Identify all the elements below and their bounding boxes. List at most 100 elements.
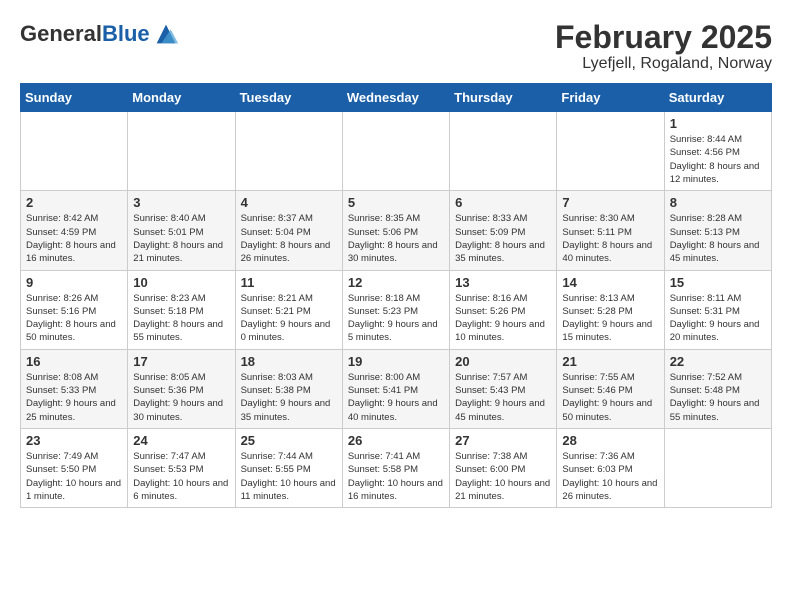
day-info: Sunrise: 8:03 AM Sunset: 5:38 PM Dayligh…	[241, 371, 337, 424]
day-cell: 1 Sunrise: 8:44 AM Sunset: 4:56 PM Daylig…	[664, 112, 771, 191]
day-number: 18	[241, 354, 337, 369]
logo-icon	[152, 20, 180, 48]
day-number: 25	[241, 433, 337, 448]
day-cell: 20Sunrise: 7:57 AM Sunset: 5:43 PM Dayli…	[450, 349, 557, 428]
day-cell: 5 Sunrise: 8:35 AM Sunset: 5:06 PM Daylig…	[342, 191, 449, 270]
day-cell: 17 Sunrise: 8:05 AM Sunset: 5:36 PM Dayli…	[128, 349, 235, 428]
logo-blue-text: Blue	[102, 21, 150, 46]
day-cell: 7 Sunrise: 8:30 AM Sunset: 5:11 PM Daylig…	[557, 191, 664, 270]
day-number: 21	[562, 354, 658, 369]
day-number: 2	[26, 195, 122, 210]
day-number: 7	[562, 195, 658, 210]
day-cell	[21, 112, 128, 191]
day-cell: 19Sunrise: 8:00 AM Sunset: 5:41 PM Dayli…	[342, 349, 449, 428]
day-number: 15	[670, 275, 766, 290]
weekday-header-row: SundayMondayTuesdayWednesdayThursdayFrid…	[21, 84, 772, 112]
day-cell: 12Sunrise: 8:18 AM Sunset: 5:23 PM Dayli…	[342, 270, 449, 349]
weekday-header-thursday: Thursday	[450, 84, 557, 112]
day-cell	[235, 112, 342, 191]
day-number: 11	[241, 275, 337, 290]
day-number: 27	[455, 433, 551, 448]
day-number: 24	[133, 433, 229, 448]
day-cell: 11 Sunrise: 8:21 AM Sunset: 5:21 PM Dayli…	[235, 270, 342, 349]
day-number: 5	[348, 195, 444, 210]
day-info: Sunrise: 7:49 AM Sunset: 5:50 PM Dayligh…	[26, 450, 122, 503]
day-info: Sunrise: 7:38 AM Sunset: 6:00 PM Dayligh…	[455, 450, 551, 503]
day-number: 10	[133, 275, 229, 290]
day-number: 14	[562, 275, 658, 290]
day-info: Sunrise: 7:47 AM Sunset: 5:53 PM Dayligh…	[133, 450, 229, 503]
day-info: Sunrise: 8:13 AM Sunset: 5:28 PM Dayligh…	[562, 292, 658, 345]
day-number: 20	[455, 354, 551, 369]
calendar-table: SundayMondayTuesdayWednesdayThursdayFrid…	[20, 83, 772, 508]
day-info: Sunrise: 7:41 AM Sunset: 5:58 PM Dayligh…	[348, 450, 444, 503]
day-cell: 26 Sunrise: 7:41 AM Sunset: 5:58 PM Dayli…	[342, 428, 449, 507]
day-cell: 3 Sunrise: 8:40 AM Sunset: 5:01 PM Daylig…	[128, 191, 235, 270]
day-info: Sunrise: 8:35 AM Sunset: 5:06 PM Dayligh…	[348, 212, 444, 265]
day-number: 9	[26, 275, 122, 290]
day-cell: 14 Sunrise: 8:13 AM Sunset: 5:28 PM Dayli…	[557, 270, 664, 349]
day-info: Sunrise: 8:26 AM Sunset: 5:16 PM Dayligh…	[26, 292, 122, 345]
day-number: 12	[348, 275, 444, 290]
day-cell	[450, 112, 557, 191]
day-info: Sunrise: 8:08 AM Sunset: 5:33 PM Dayligh…	[26, 371, 122, 424]
location-title: Lyefjell, Rogaland, Norway	[555, 55, 772, 73]
day-cell: 10 Sunrise: 8:23 AM Sunset: 5:18 PM Dayli…	[128, 270, 235, 349]
day-cell: 9 Sunrise: 8:26 AM Sunset: 5:16 PM Daylig…	[21, 270, 128, 349]
day-cell: 2 Sunrise: 8:42 AM Sunset: 4:59 PM Daylig…	[21, 191, 128, 270]
week-row-4: 16 Sunrise: 8:08 AM Sunset: 5:33 PM Dayli…	[21, 349, 772, 428]
day-number: 1	[670, 116, 766, 131]
day-cell	[128, 112, 235, 191]
day-cell: 25 Sunrise: 7:44 AM Sunset: 5:55 PM Dayli…	[235, 428, 342, 507]
day-cell: 4 Sunrise: 8:37 AM Sunset: 5:04 PM Daylig…	[235, 191, 342, 270]
day-cell	[557, 112, 664, 191]
day-number: 28	[562, 433, 658, 448]
day-number: 17	[133, 354, 229, 369]
day-info: Sunrise: 8:42 AM Sunset: 4:59 PM Dayligh…	[26, 212, 122, 265]
day-info: Sunrise: 8:21 AM Sunset: 5:21 PM Dayligh…	[241, 292, 337, 345]
day-cell: 13Sunrise: 8:16 AM Sunset: 5:26 PM Dayli…	[450, 270, 557, 349]
week-row-3: 9 Sunrise: 8:26 AM Sunset: 5:16 PM Daylig…	[21, 270, 772, 349]
day-info: Sunrise: 7:44 AM Sunset: 5:55 PM Dayligh…	[241, 450, 337, 503]
weekday-header-friday: Friday	[557, 84, 664, 112]
weekday-header-saturday: Saturday	[664, 84, 771, 112]
day-cell: 23Sunrise: 7:49 AM Sunset: 5:50 PM Dayli…	[21, 428, 128, 507]
day-cell	[664, 428, 771, 507]
day-info: Sunrise: 8:23 AM Sunset: 5:18 PM Dayligh…	[133, 292, 229, 345]
day-info: Sunrise: 8:28 AM Sunset: 5:13 PM Dayligh…	[670, 212, 766, 265]
day-number: 6	[455, 195, 551, 210]
weekday-header-sunday: Sunday	[21, 84, 128, 112]
day-info: Sunrise: 8:16 AM Sunset: 5:26 PM Dayligh…	[455, 292, 551, 345]
day-number: 22	[670, 354, 766, 369]
day-info: Sunrise: 8:05 AM Sunset: 5:36 PM Dayligh…	[133, 371, 229, 424]
day-info: Sunrise: 8:40 AM Sunset: 5:01 PM Dayligh…	[133, 212, 229, 265]
day-info: Sunrise: 8:11 AM Sunset: 5:31 PM Dayligh…	[670, 292, 766, 345]
day-info: Sunrise: 8:37 AM Sunset: 5:04 PM Dayligh…	[241, 212, 337, 265]
day-cell: 8 Sunrise: 8:28 AM Sunset: 5:13 PM Daylig…	[664, 191, 771, 270]
day-number: 16	[26, 354, 122, 369]
weekday-header-tuesday: Tuesday	[235, 84, 342, 112]
day-cell: 18 Sunrise: 8:03 AM Sunset: 5:38 PM Dayli…	[235, 349, 342, 428]
weekday-header-monday: Monday	[128, 84, 235, 112]
day-info: Sunrise: 8:44 AM Sunset: 4:56 PM Dayligh…	[670, 133, 766, 186]
day-number: 26	[348, 433, 444, 448]
day-number: 4	[241, 195, 337, 210]
day-number: 8	[670, 195, 766, 210]
day-info: Sunrise: 7:55 AM Sunset: 5:46 PM Dayligh…	[562, 371, 658, 424]
logo: GeneralBlue	[20, 20, 180, 48]
day-info: Sunrise: 7:36 AM Sunset: 6:03 PM Dayligh…	[562, 450, 658, 503]
day-cell: 22Sunrise: 7:52 AM Sunset: 5:48 PM Dayli…	[664, 349, 771, 428]
day-info: Sunrise: 8:30 AM Sunset: 5:11 PM Dayligh…	[562, 212, 658, 265]
week-row-1: 1 Sunrise: 8:44 AM Sunset: 4:56 PM Daylig…	[21, 112, 772, 191]
day-cell: 6 Sunrise: 8:33 AM Sunset: 5:09 PM Daylig…	[450, 191, 557, 270]
day-cell: 21 Sunrise: 7:55 AM Sunset: 5:46 PM Dayli…	[557, 349, 664, 428]
day-cell: 16 Sunrise: 8:08 AM Sunset: 5:33 PM Dayli…	[21, 349, 128, 428]
day-cell: 15 Sunrise: 8:11 AM Sunset: 5:31 PM Dayli…	[664, 270, 771, 349]
day-number: 3	[133, 195, 229, 210]
weekday-header-wednesday: Wednesday	[342, 84, 449, 112]
day-info: Sunrise: 8:33 AM Sunset: 5:09 PM Dayligh…	[455, 212, 551, 265]
day-cell: 24 Sunrise: 7:47 AM Sunset: 5:53 PM Dayli…	[128, 428, 235, 507]
day-cell: 28 Sunrise: 7:36 AM Sunset: 6:03 PM Dayli…	[557, 428, 664, 507]
month-title: February 2025	[555, 20, 772, 55]
header: GeneralBlue February 2025 Lyefjell, Roga…	[20, 20, 772, 73]
